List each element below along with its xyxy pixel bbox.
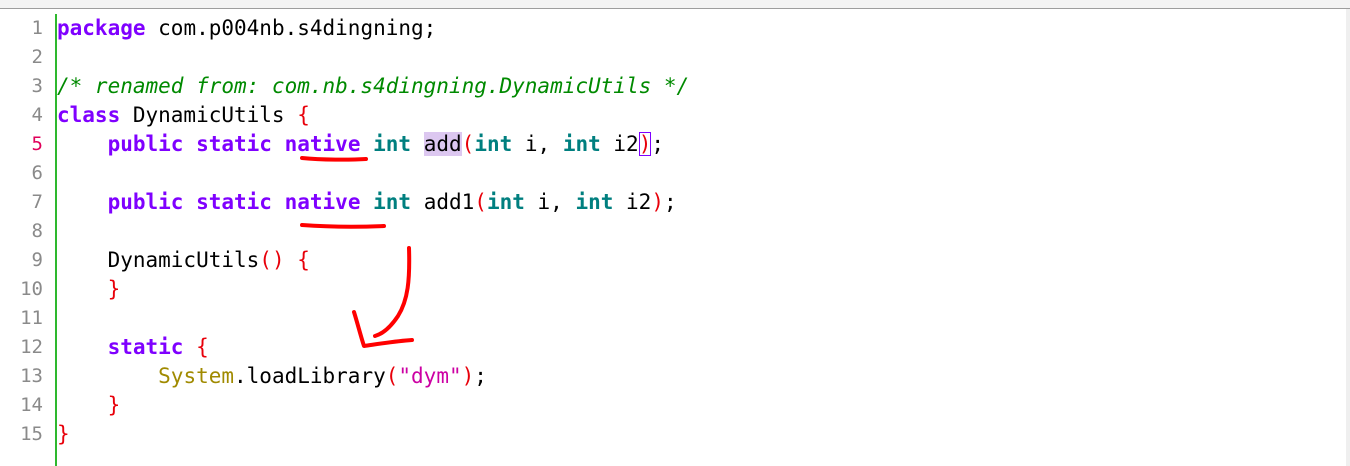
arrow-head-icon [352,310,414,348]
keyword-static: static [196,190,272,214]
param-i2: i2 [600,132,639,156]
type-int: int [373,190,412,214]
line-number: 12 [20,336,43,358]
line-number: 15 [20,423,43,445]
keyword-static: static [107,335,184,359]
line-number: 6 [31,162,43,184]
open-brace: { [297,103,310,127]
code-line-7[interactable]: public static native int add1(int i, int… [57,188,677,217]
param-i: i, [512,132,563,156]
close-brace: } [57,422,70,446]
keyword-static: static [196,132,272,156]
line-number-active: 5 [31,133,43,155]
type-int: int [373,132,412,156]
paren-open: ( [474,190,487,214]
keyword-public: public [107,132,184,156]
keyword-public: public [107,190,184,214]
keyword-native: native [284,132,361,156]
method-call: .loadLibrary [234,364,386,388]
curved-arrow-down-left-icon [373,246,412,338]
code-line-13[interactable]: System.loadLibrary("dym"); [57,362,487,391]
code-line-9[interactable]: DynamicUtils() { [57,246,310,275]
open-brace: { [297,248,310,272]
code-line-10[interactable]: } [57,275,121,304]
keyword-package: package [57,16,146,40]
method-name-add: add [423,132,462,156]
underline-native-2 [300,223,386,229]
line-number: 3 [31,75,43,97]
type-int: int [486,190,525,214]
semicolon: ; [474,364,487,388]
line-number: 11 [20,307,43,329]
comment: /* renamed from: com.nb.s4dingning.Dynam… [57,74,690,98]
paren-close: ) [651,190,664,214]
keyword-class: class [57,103,121,127]
editor-top-border [0,0,1350,9]
line-number: 4 [31,104,43,126]
semicolon: ; [663,190,677,214]
code-line-5[interactable]: public static native int add(int i, int … [57,130,664,159]
close-brace: } [107,277,121,301]
close-brace: } [107,393,121,417]
type-int: int [575,190,614,214]
code-line-12[interactable]: static { [57,333,209,362]
line-number: 9 [31,249,43,271]
line-number: 10 [20,278,43,300]
package-name: com.p004nb.s4dingning; [145,16,437,40]
constructor-name: DynamicUtils [107,248,260,272]
line-number-gutter: 1 2 3 4 5 6 7 8 9 10 11 12 13 14 15 [0,14,55,466]
line-number: 2 [31,46,43,68]
string-literal: "dym" [398,364,462,388]
class-name: DynamicUtils [120,103,298,127]
paren-open: ( [385,364,399,388]
paren-close-match: ) [638,132,652,156]
line-number: 14 [20,394,43,416]
code-line-3[interactable]: /* renamed from: com.nb.s4dingning.Dynam… [57,72,689,101]
parens: () [259,248,285,272]
open-brace: { [196,335,209,359]
code-line-15[interactable]: } [57,420,70,449]
type-int: int [562,132,601,156]
semicolon: ; [651,132,665,156]
code-line-4[interactable]: class DynamicUtils { [57,101,310,130]
method-name-add1: add1 [411,190,475,214]
paren-close: ) [461,364,475,388]
keyword-native: native [284,190,361,214]
red-annotations [300,156,414,348]
line-number: 1 [31,17,43,39]
line-number: 7 [31,191,43,213]
class-ref-system: System [158,364,235,388]
code-line-1[interactable]: package com.p004nb.s4dingning; [57,14,436,43]
paren-open: ( [461,132,475,156]
param-i2: i2 [613,190,652,214]
line-number: 13 [20,365,43,387]
vertical-scrollbar[interactable] [1346,9,1350,466]
type-int: int [474,132,513,156]
code-line-14[interactable]: } [57,391,121,420]
line-number: 8 [31,220,43,242]
param-i: i, [524,190,576,214]
